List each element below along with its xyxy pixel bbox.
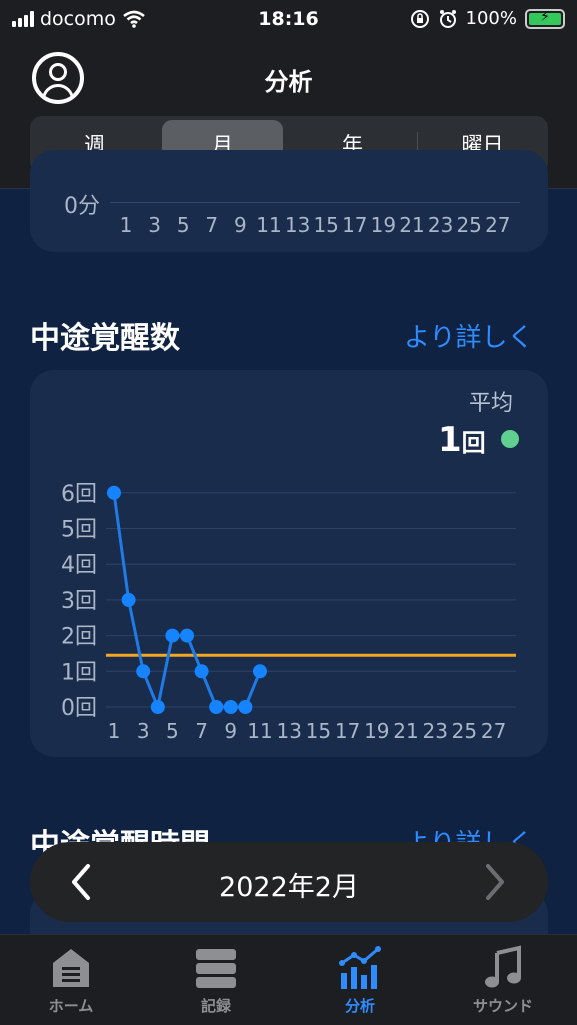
x-tick-label: 25 — [452, 719, 477, 743]
bottom-tab-bar: ホーム 記録 分析 サウンド — [0, 934, 577, 1025]
tab-sound-label: サウンド — [472, 997, 533, 1015]
analytics-icon — [339, 946, 381, 989]
x-tick-label: 5 — [166, 719, 179, 743]
tab-analytics[interactable]: 分析 — [305, 945, 415, 1016]
data-point — [180, 628, 194, 643]
data-point — [121, 592, 136, 607]
data-point — [253, 664, 267, 679]
records-icon — [196, 949, 236, 988]
x-tick-label: 7 — [195, 719, 208, 743]
x-tick-label: 15 — [306, 719, 331, 743]
y-tick-label: 6回 — [61, 482, 97, 507]
music-note-icon — [485, 945, 521, 988]
data-point — [194, 664, 209, 679]
x-tick-label: 9 — [224, 719, 237, 743]
tab-sound[interactable]: サウンド — [448, 945, 558, 1016]
data-point — [209, 700, 224, 714]
chevron-right-icon[interactable] — [482, 862, 508, 902]
home-icon — [53, 949, 89, 987]
x-tick-label: 21 — [393, 719, 418, 743]
data-point — [238, 700, 253, 714]
tab-home[interactable]: ホーム — [16, 945, 126, 1016]
data-point — [223, 700, 238, 714]
y-tick-label: 5回 — [61, 518, 97, 543]
x-tick-label: 1 — [108, 719, 121, 743]
y-tick-label: 3回 — [61, 589, 97, 614]
x-tick-label: 11 — [247, 719, 272, 743]
tab-analytics-label: 分析 — [344, 997, 375, 1015]
data-point — [165, 628, 180, 643]
y-tick-label: 4回 — [61, 553, 97, 578]
x-tick-label: 17 — [335, 719, 360, 743]
tab-records-label: 記録 — [200, 997, 231, 1015]
tab-records[interactable]: 記録 — [161, 945, 271, 1016]
x-tick-label: 13 — [276, 719, 301, 743]
x-tick-label: 23 — [422, 719, 447, 743]
awakenings-line-chart: 0回1回2回3回4回5回6回1 3 5 7 9 11 13 15 17 19 21 23 25 27 — [61, 482, 516, 743]
data-point — [136, 664, 151, 679]
x-tick-label: 27 — [481, 719, 506, 743]
y-tick-label: 2回 — [61, 625, 97, 650]
data-point — [107, 485, 121, 500]
x-tick-label: 3 — [137, 719, 150, 743]
x-tick-label: 19 — [364, 719, 389, 743]
tab-home-label: ホーム — [48, 997, 94, 1015]
date-label: 2022年2月 — [219, 872, 359, 903]
y-tick-label: 1回 — [61, 660, 97, 685]
data-point — [150, 700, 165, 714]
y-tick-label: 0回 — [61, 696, 97, 721]
date-navigator: 2022年2月 — [30, 842, 548, 922]
